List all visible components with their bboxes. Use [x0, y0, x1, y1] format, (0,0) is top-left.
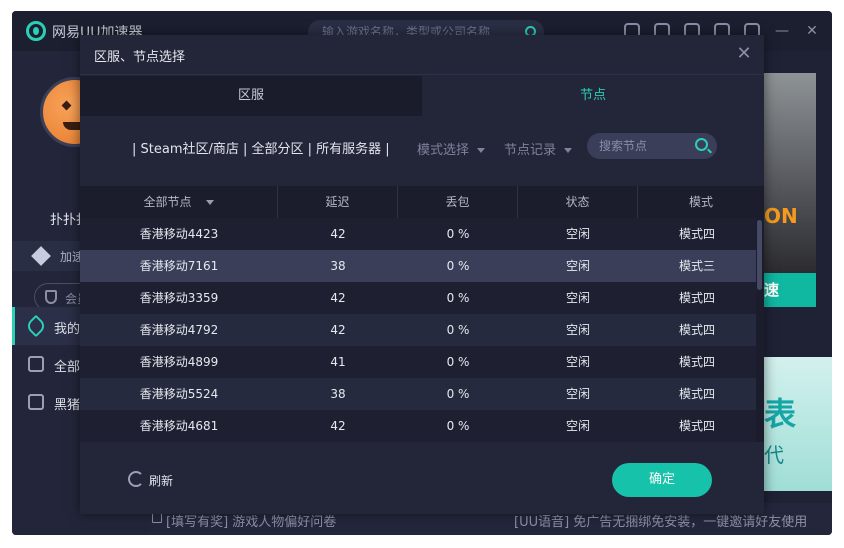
node-search-placeholder: 搜索节点 [599, 139, 648, 153]
table-row[interactable]: 香港移动4899 41 0 % 空闲 模式四 [80, 346, 756, 378]
cell-status: 空闲 [565, 355, 590, 369]
sidebar-item-label: 黑猪 [54, 398, 81, 413]
server-filter-path[interactable]: | Steam社区/商店 | 全部分区 | 所有服务器 | [132, 138, 390, 157]
game-banner[interactable] [764, 73, 816, 307]
table-body: 香港移动4423 42 0 % 空闲 模式四 香港移动7161 38 0 % 空闲 模式三 香港移动… [80, 218, 756, 442]
table-row[interactable]: 香港移动4423 42 0 % 空闲 模式四 [80, 218, 756, 250]
cell-loss: 0 % [446, 227, 470, 241]
banner-game-title: ON [764, 204, 798, 228]
cell-node: 香港移动3359 [139, 291, 219, 305]
cell-status: 空闲 [565, 227, 590, 241]
promo-banner-subtitle: 代 [764, 443, 784, 467]
cell-loss: 0 % [446, 387, 470, 401]
search-icon[interactable] [695, 138, 708, 151]
sidebar-item-label: 全部 [54, 360, 81, 375]
minimize-icon[interactable]: — [774, 23, 790, 39]
cell-status: 空闲 [565, 419, 590, 433]
scrollbar-thumb[interactable] [757, 220, 762, 290]
node-select-dialog: 区服、节点选择 ✕ 区服 节点 | Steam社区/商店 | 全部分区 | 所有… [80, 35, 764, 514]
dialog-header: 区服、节点选择 ✕ [80, 35, 764, 75]
shield-icon [45, 290, 57, 304]
cell-latency: 42 [330, 291, 346, 305]
column-header-latency: 延迟 [278, 186, 398, 218]
cell-node: 香港移动5524 [139, 387, 219, 401]
tab-region[interactable]: 区服 [80, 76, 422, 116]
cell-loss: 0 % [446, 323, 470, 337]
cell-latency: 42 [330, 227, 346, 241]
cell-loss: 0 % [446, 259, 470, 273]
banner-accelerate-button[interactable]: 速 [764, 273, 816, 307]
column-header-node[interactable]: 全部节点 [80, 186, 278, 218]
cell-latency: 42 [330, 419, 346, 433]
cell-mode: 模式四 [678, 291, 715, 305]
confirm-button[interactable]: 确定 [612, 463, 712, 497]
cell-node: 香港移动4423 [139, 227, 219, 241]
node-history-label: 节点记录 [504, 143, 557, 158]
cell-latency: 41 [330, 355, 346, 369]
table-row[interactable]: 香港移动4681 42 0 % 空闲 模式四 [80, 410, 756, 442]
chevron-down-icon [564, 148, 573, 153]
cell-latency: 42 [330, 323, 346, 337]
sort-down-icon[interactable] [205, 200, 214, 205]
table-row[interactable]: 香港移动3359 42 0 % 空闲 模式四 [80, 282, 756, 314]
cell-loss: 0 % [446, 419, 470, 433]
mode-select-dropdown[interactable]: 模式选择 [417, 139, 486, 158]
tab-node[interactable]: 节点 [422, 76, 764, 116]
column-header-status: 状态 [518, 186, 638, 218]
table-row[interactable]: 香港移动7161 38 0 % 空闲 模式三 [80, 250, 756, 282]
dialog-title: 区服、节点选择 [94, 50, 186, 65]
refresh-icon[interactable] [128, 471, 144, 487]
diamond-icon [31, 246, 51, 266]
cell-mode: 模式四 [678, 419, 715, 433]
close-icon[interactable]: ✕ [734, 44, 754, 64]
cell-status: 空闲 [565, 259, 590, 273]
cell-node: 香港移动7161 [139, 259, 219, 273]
cell-mode: 模式四 [678, 355, 715, 369]
node-search-input[interactable]: 搜索节点 [587, 133, 717, 159]
cell-node: 香港移动4792 [139, 323, 219, 337]
table-header: 全部节点 延迟 丢包 状态 模式 [80, 186, 764, 218]
node-history-dropdown[interactable]: 节点记录 [504, 139, 573, 158]
table-row[interactable]: 香港移动4792 42 0 % 空闲 模式四 [80, 314, 756, 346]
cell-status: 空闲 [565, 291, 590, 305]
dialog-tabs: 区服 节点 [80, 76, 764, 116]
controller-icon [28, 394, 44, 410]
gamepad-icon [28, 356, 44, 372]
column-header-mode: 模式 [688, 195, 713, 209]
table-row[interactable]: 香港移动5524 38 0 % 空闲 模式四 [80, 378, 756, 410]
cell-latency: 38 [330, 259, 346, 273]
cell-mode: 模式四 [678, 227, 715, 241]
column-header-loss: 丢包 [398, 186, 518, 218]
cell-loss: 0 % [446, 355, 470, 369]
uu-logo-icon [26, 21, 46, 41]
cell-mode: 模式四 [678, 323, 715, 337]
chevron-down-icon [477, 148, 486, 153]
cell-loss: 0 % [446, 291, 470, 305]
sidebar-item-label: 我的 [54, 322, 81, 337]
cell-node: 香港移动4681 [139, 419, 219, 433]
refresh-button[interactable]: 刷新 [149, 472, 173, 489]
mode-select-label: 模式选择 [417, 143, 470, 158]
cell-status: 空闲 [565, 323, 590, 337]
cell-latency: 38 [330, 387, 346, 401]
rocket-icon [24, 314, 48, 338]
cell-mode: 模式四 [678, 387, 715, 401]
cell-status: 空闲 [565, 387, 590, 401]
close-window-icon[interactable]: ✕ [804, 23, 820, 39]
promo-banner-title: 表 [764, 395, 797, 433]
table-scrollbar[interactable] [756, 218, 764, 442]
cell-node: 香港移动4899 [139, 355, 219, 369]
cell-mode: 模式三 [678, 259, 715, 273]
